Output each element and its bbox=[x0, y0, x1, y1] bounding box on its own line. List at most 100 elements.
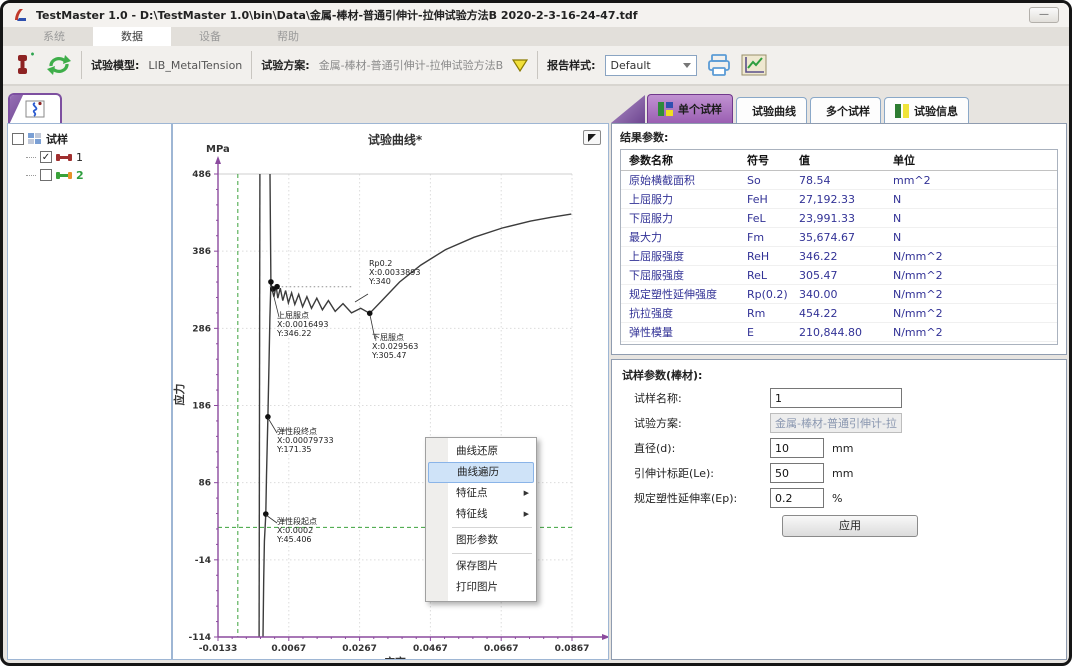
tab-test-curve[interactable]: 试验曲线 bbox=[736, 97, 807, 123]
specimen-group-icon bbox=[28, 133, 42, 145]
report-style-value: Default bbox=[611, 59, 651, 72]
toolbar: 试验模型: LIB_MetalTension 试验方案: 金属-棒材-普通引伸计… bbox=[3, 46, 1069, 86]
menu-item-data[interactable]: 数据 bbox=[93, 27, 171, 46]
ctx-item-feature-lines[interactable]: 特征线 ▶ bbox=[426, 504, 536, 525]
tab-multi-specimen[interactable]: 多个试样 bbox=[810, 97, 881, 123]
svg-text:X:0.0016493: X:0.0016493 bbox=[277, 320, 328, 329]
tree-item-2-label: 2 bbox=[76, 169, 84, 182]
tree-item-2-checkbox[interactable] bbox=[40, 169, 52, 181]
scheme-field bbox=[770, 413, 902, 433]
refresh-button[interactable] bbox=[46, 53, 72, 77]
specimen-form-title: 试样参数(棒材): bbox=[622, 367, 1056, 383]
test-curve-panel: 48638628618686-14-114-0.01330.00670.0267… bbox=[172, 123, 609, 660]
diameter-field[interactable] bbox=[770, 438, 824, 458]
tree-item-1-checkbox[interactable]: ✓ bbox=[40, 151, 52, 163]
scheme-field-label: 试验方案: bbox=[622, 415, 770, 431]
svg-text:弹性段起点: 弹性段起点 bbox=[277, 516, 317, 526]
submenu-arrow-icon: ▶ bbox=[524, 504, 529, 525]
svg-text:MPa: MPa bbox=[206, 144, 230, 155]
tree-item-2[interactable]: 2 bbox=[26, 166, 167, 184]
tab-single-specimen[interactable]: 单个试样 bbox=[647, 94, 733, 123]
ctx-item-print-image[interactable]: 打印图片 bbox=[426, 577, 536, 598]
single-specimen-icon bbox=[658, 102, 673, 116]
model-value: LIB_MetalTension bbox=[148, 59, 242, 72]
add-specimen-button[interactable] bbox=[13, 52, 37, 78]
ctx-item-feature-points[interactable]: 特征点 ▶ bbox=[426, 483, 536, 504]
tree-connector bbox=[26, 157, 36, 158]
table-row[interactable]: 上屈服强度ReH346.22N/mm^2 bbox=[621, 247, 1057, 266]
tab-label: 试验曲线 bbox=[752, 103, 796, 119]
col-value: 值 bbox=[799, 152, 893, 168]
table-row[interactable]: 弹性模量E210,844.80N/mm^2 bbox=[621, 323, 1057, 342]
svg-text:X:0.0002: X:0.0002 bbox=[277, 526, 313, 535]
menu-item-help[interactable]: 帮助 bbox=[249, 27, 327, 46]
table-row[interactable]: 下屈服强度ReL305.47N/mm^2 bbox=[621, 266, 1057, 285]
svg-text:X:0.029563: X:0.029563 bbox=[372, 342, 418, 351]
app-window: TestMaster 1.0 - D:\TestMaster 1.0\bin\D… bbox=[0, 0, 1072, 666]
ctx-item-label: 特征点 bbox=[456, 487, 488, 499]
app-logo-icon bbox=[13, 7, 29, 23]
gauge-length-field[interactable] bbox=[770, 463, 824, 483]
svg-text:386: 386 bbox=[192, 247, 211, 257]
scheme-label: 试验方案: bbox=[261, 57, 309, 73]
col-param-name: 参数名称 bbox=[629, 152, 747, 168]
ep-field[interactable] bbox=[770, 488, 824, 508]
svg-text:86: 86 bbox=[198, 479, 211, 489]
specimen-name-label: 试样名称: bbox=[622, 390, 770, 406]
table-row[interactable]: 下屈服力FeL23,991.33N bbox=[621, 209, 1057, 228]
report-style-label: 报告样式: bbox=[547, 57, 595, 73]
svg-text:Y:346.22: Y:346.22 bbox=[276, 329, 312, 338]
tab-test-info[interactable]: 试验信息 bbox=[884, 97, 969, 123]
scheme-dropdown-icon[interactable] bbox=[512, 59, 528, 72]
tab-specimen-tree[interactable] bbox=[8, 93, 62, 123]
test-info-icon bbox=[895, 104, 909, 118]
svg-text:试验曲线*: 试验曲线* bbox=[368, 132, 423, 147]
svg-text:0.0467: 0.0467 bbox=[413, 644, 448, 654]
results-table: 参数名称 符号 值 单位 原始横截面积So78.54mm^2 上屈服力FeH27… bbox=[620, 149, 1058, 345]
tree-root-checkbox[interactable] bbox=[12, 133, 24, 145]
table-row[interactable]: 原始横截面积So78.54mm^2 bbox=[621, 171, 1057, 190]
report-style-select[interactable]: Default bbox=[605, 55, 697, 76]
form-row: 规定塑性延伸率(Ep): % bbox=[622, 487, 1056, 509]
svg-text:-114: -114 bbox=[188, 633, 211, 643]
ctx-item-save-image[interactable]: 保存图片 bbox=[426, 556, 536, 577]
specimen-name-field[interactable] bbox=[770, 388, 902, 408]
tree-item-1[interactable]: ✓ 1 bbox=[26, 148, 167, 166]
gauge-length-unit: mm bbox=[832, 467, 853, 480]
svg-text:-0.0133: -0.0133 bbox=[199, 644, 237, 654]
ctx-item-curve-restore[interactable]: 曲线还原 bbox=[426, 441, 536, 462]
chart-collapse-button[interactable] bbox=[583, 130, 601, 145]
svg-text:Y:340: Y:340 bbox=[368, 277, 391, 286]
apply-button[interactable]: 应用 bbox=[782, 515, 918, 537]
svg-text:0.0267: 0.0267 bbox=[342, 644, 377, 654]
ctx-item-curve-traverse[interactable]: 曲线遍历 bbox=[428, 462, 534, 483]
main-area: 试样 ✓ 1 2 bbox=[3, 89, 1069, 663]
tree-root-label: 试样 bbox=[46, 131, 68, 147]
print-button[interactable] bbox=[706, 53, 732, 77]
table-row[interactable]: 规定塑性延伸强度Rp(0.2)340.00N/mm^2 bbox=[621, 285, 1057, 304]
svg-text:286: 286 bbox=[192, 324, 211, 334]
tree-root-row[interactable]: 试样 bbox=[12, 130, 167, 148]
minimize-button[interactable]: — bbox=[1029, 7, 1059, 23]
report-preview-button[interactable] bbox=[741, 54, 767, 76]
refresh-icon bbox=[46, 53, 72, 77]
svg-text:486: 486 bbox=[192, 170, 211, 180]
menu-item-system[interactable]: 系统 bbox=[15, 27, 93, 46]
tab-label: 单个试样 bbox=[678, 101, 722, 117]
tab-bar-decorative-triangle bbox=[611, 95, 645, 123]
menu-item-device[interactable]: 设备 bbox=[171, 27, 249, 46]
window-title: TestMaster 1.0 - D:\TestMaster 1.0\bin\D… bbox=[36, 7, 1022, 23]
specimen-tree-panel: 试样 ✓ 1 2 bbox=[7, 123, 172, 660]
ctx-item-graph-params[interactable]: 图形参数 bbox=[426, 530, 536, 551]
table-row[interactable]: 上屈服力FeH27,192.33N bbox=[621, 190, 1057, 209]
svg-text:弹性段终点: 弹性段终点 bbox=[277, 426, 317, 436]
tree-connector bbox=[26, 175, 36, 176]
title-bar: TestMaster 1.0 - D:\TestMaster 1.0\bin\D… bbox=[3, 3, 1069, 27]
svg-text:-14: -14 bbox=[195, 556, 211, 566]
svg-text:X:0.00079733: X:0.00079733 bbox=[277, 436, 334, 445]
results-title: 结果参数: bbox=[620, 129, 1058, 145]
table-row[interactable]: 抗拉强度Rm454.22N/mm^2 bbox=[621, 304, 1057, 323]
results-header-row: 参数名称 符号 值 单位 bbox=[621, 150, 1057, 171]
ep-label: 规定塑性延伸率(Ep): bbox=[622, 490, 770, 506]
table-row[interactable]: 最大力Fm35,674.67N bbox=[621, 228, 1057, 247]
